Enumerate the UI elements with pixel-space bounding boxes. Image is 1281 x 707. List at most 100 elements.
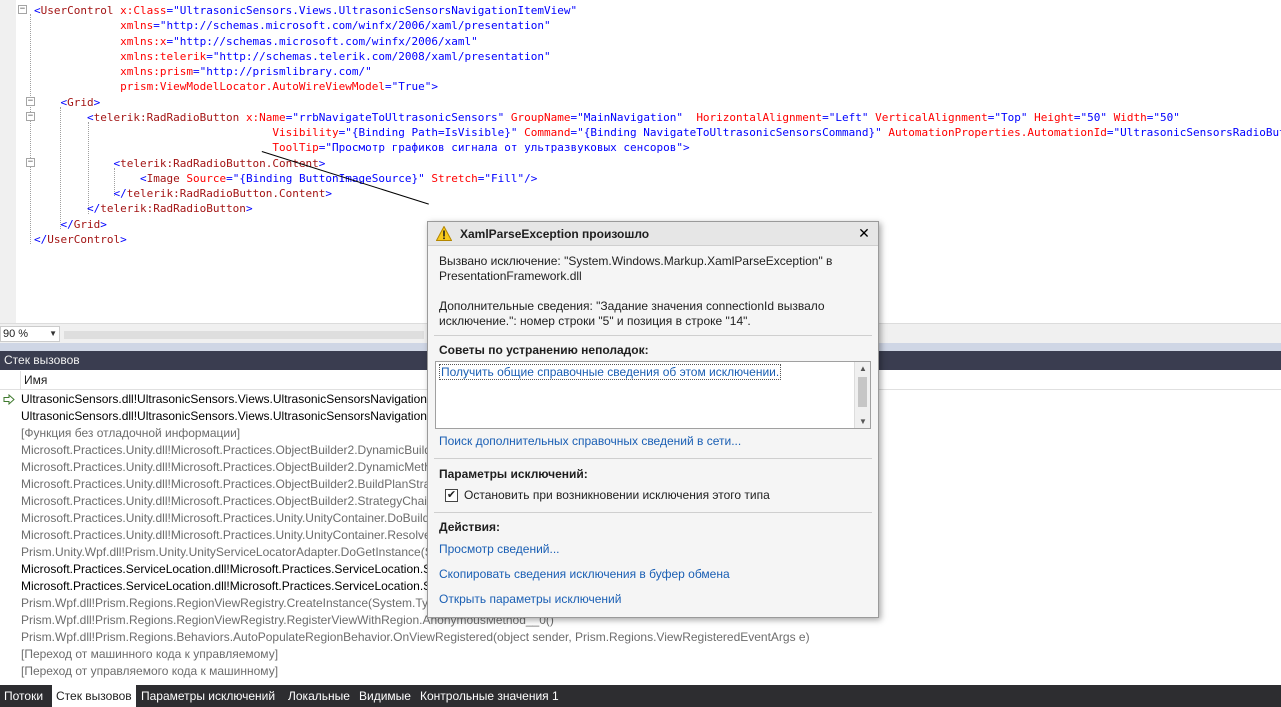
exception-details-line: Дополнительные сведения: "Задание значен… bbox=[439, 299, 825, 313]
code-token: xmlns:telerik bbox=[120, 49, 207, 63]
copy-details-link[interactable]: Скопировать сведения исключения в буфер … bbox=[439, 567, 730, 581]
code-token: = bbox=[1106, 126, 1114, 139]
params-heading: Параметры исключений: bbox=[439, 467, 588, 481]
checkbox-label[interactable]: Остановить при возникновении исключения … bbox=[464, 488, 770, 502]
code-token: Source bbox=[186, 171, 227, 185]
tips-heading: Советы по устранению неполадок: bbox=[439, 343, 649, 357]
fold-toggle[interactable]: − bbox=[26, 97, 35, 106]
code-line[interactable]: ToolTip="Просмотр графиков сигнала от ул… bbox=[34, 140, 689, 155]
break-on-exception-checkbox[interactable]: ✔ bbox=[445, 489, 458, 502]
horizontal-scrollbar[interactable] bbox=[64, 331, 424, 339]
code-line[interactable]: xmlns:prism="http://prismlibrary.com/" bbox=[34, 64, 372, 79]
code-token: > bbox=[100, 217, 107, 231]
bottom-tab[interactable]: Потоки bbox=[0, 685, 47, 707]
zoom-select[interactable]: 90 % ▼ bbox=[0, 326, 60, 342]
code-token: "{Binding Path=IsVisible}" bbox=[345, 126, 518, 139]
bottom-tab[interactable]: Параметры исключений bbox=[137, 685, 279, 707]
popup-title-bar: XamlParseException произошло ✕ bbox=[428, 222, 878, 246]
code-line[interactable]: xmlns:x="http://schemas.microsoft.com/wi… bbox=[34, 34, 478, 49]
divider bbox=[434, 335, 872, 336]
divider bbox=[434, 512, 872, 513]
open-exception-settings-link[interactable]: Открыть параметры исключений bbox=[439, 592, 621, 606]
callstack-row[interactable]: [Переход от управляемого кода к машинном… bbox=[0, 663, 1281, 680]
code-token: > bbox=[325, 187, 333, 200]
code-line[interactable]: <Image Source="{Binding ButtonImageSourc… bbox=[34, 171, 537, 186]
close-icon[interactable]: ✕ bbox=[856, 225, 872, 241]
code-token: "{Binding NavigateToUltrasonicSensorsCom… bbox=[577, 126, 882, 139]
editor-margin bbox=[0, 0, 16, 323]
bottom-tab[interactable]: Контрольные значения 1 bbox=[416, 685, 563, 707]
code-token: < bbox=[86, 110, 94, 124]
search-online-link[interactable]: Поиск дополнительных справочных сведений… bbox=[439, 434, 741, 448]
bottom-tab[interactable]: Видимые bbox=[355, 685, 415, 707]
code-token: "http://schemas.microsoft.com/winfx/2006… bbox=[173, 34, 478, 48]
callstack-row[interactable]: Prism.Wpf.dll!Prism.Regions.Behaviors.Au… bbox=[0, 629, 1281, 646]
fold-toggle[interactable]: − bbox=[18, 5, 27, 14]
zoom-value: 90 % bbox=[3, 328, 29, 340]
fold-toggle[interactable]: − bbox=[26, 158, 35, 167]
panel-title: Стек вызовов bbox=[4, 353, 80, 367]
callstack-frame-name: Prism.Wpf.dll!Prism.Regions.RegionViewRe… bbox=[21, 596, 442, 610]
code-line[interactable]: xmlns:telerik="http://schemas.telerik.co… bbox=[34, 49, 550, 64]
code-token: </ bbox=[113, 187, 127, 200]
exception-message-line: Вызвано исключение: "System.Windows.Mark… bbox=[439, 254, 833, 268]
code-token: "UltrasonicSensorsRadioButton" bbox=[1113, 126, 1281, 139]
code-line[interactable]: <Grid> bbox=[34, 95, 101, 110]
tip-link[interactable]: Получить общие справочные сведения об эт… bbox=[439, 364, 782, 380]
fold-toggle[interactable]: − bbox=[26, 112, 35, 121]
code-token: GroupName bbox=[510, 110, 571, 124]
code-line[interactable]: </Grid> bbox=[34, 217, 107, 232]
scrollbar-thumb[interactable] bbox=[858, 377, 867, 407]
code-token: "Fill" bbox=[484, 171, 525, 185]
chevron-down-icon: ▼ bbox=[49, 329, 57, 338]
code-token: xmlns bbox=[120, 19, 154, 33]
chevron-up-icon[interactable]: ▲ bbox=[859, 364, 867, 373]
code-token: Height bbox=[1034, 110, 1074, 124]
code-line[interactable]: </telerik:RadRadioButton> bbox=[34, 201, 253, 216]
code-line[interactable]: </UserControl> bbox=[34, 232, 127, 247]
bottom-tab[interactable]: Стек вызовов bbox=[52, 685, 136, 707]
code-token: "http://schemas.microsoft.com/winfx/2006… bbox=[159, 19, 551, 33]
code-token: = bbox=[1073, 110, 1081, 124]
vertical-scrollbar[interactable]: ▲ ▼ bbox=[854, 362, 870, 428]
code-token: "50" bbox=[1080, 110, 1108, 124]
code-token: = bbox=[226, 171, 233, 185]
code-line[interactable]: <UserControl x:Class="UltrasonicSensors.… bbox=[34, 3, 577, 18]
code-token: > bbox=[431, 80, 438, 94]
code-token: "50" bbox=[1153, 110, 1180, 124]
code-token: = bbox=[206, 49, 213, 63]
code-token: ToolTip bbox=[272, 141, 319, 155]
callstack-frame-name: Microsoft.Practices.Unity.dll!Microsoft.… bbox=[21, 477, 431, 491]
callstack-frame-name: UltrasonicSensors.dll!UltrasonicSensors.… bbox=[21, 409, 441, 423]
chevron-down-icon[interactable]: ▼ bbox=[859, 417, 867, 426]
warning-icon bbox=[436, 226, 452, 241]
code-token: HorizontalAlignment bbox=[696, 110, 823, 124]
view-details-link[interactable]: Просмотр сведений... bbox=[439, 542, 560, 556]
tips-list[interactable]: Получить общие справочные сведения об эт… bbox=[435, 361, 871, 429]
bottom-tab[interactable]: Локальные bbox=[284, 685, 354, 707]
code-line[interactable]: Visibility = "{Binding Path=IsVisible}" Co… bbox=[34, 125, 1281, 140]
code-line[interactable]: xmlns="http://schemas.microsoft.com/winf… bbox=[34, 18, 551, 33]
code-line[interactable]: </telerik:RadRadioButton.Content> bbox=[34, 186, 332, 201]
code-token: Command bbox=[524, 126, 571, 139]
code-token: xmlns:prism bbox=[120, 65, 193, 78]
code-token: "{Binding ButtonImageSource}" bbox=[232, 171, 425, 185]
code-token: Grid bbox=[67, 95, 94, 109]
code-line[interactable]: <telerik:RadRadioButton x:Name = "rrbNavig… bbox=[34, 110, 1180, 125]
callstack-frame-name: UltrasonicSensors.dll!UltrasonicSensors.… bbox=[21, 392, 441, 406]
code-token: /> bbox=[524, 171, 538, 185]
code-token: UserControl bbox=[40, 4, 114, 17]
callstack-row[interactable]: [Переход от машинного кода к управляемом… bbox=[0, 646, 1281, 663]
code-token: telerik:RadRadioButton.Content bbox=[126, 187, 326, 200]
code-line[interactable]: prism:ViewModelLocator.AutoWireViewModel… bbox=[34, 79, 438, 94]
code-token: </ bbox=[34, 232, 48, 246]
